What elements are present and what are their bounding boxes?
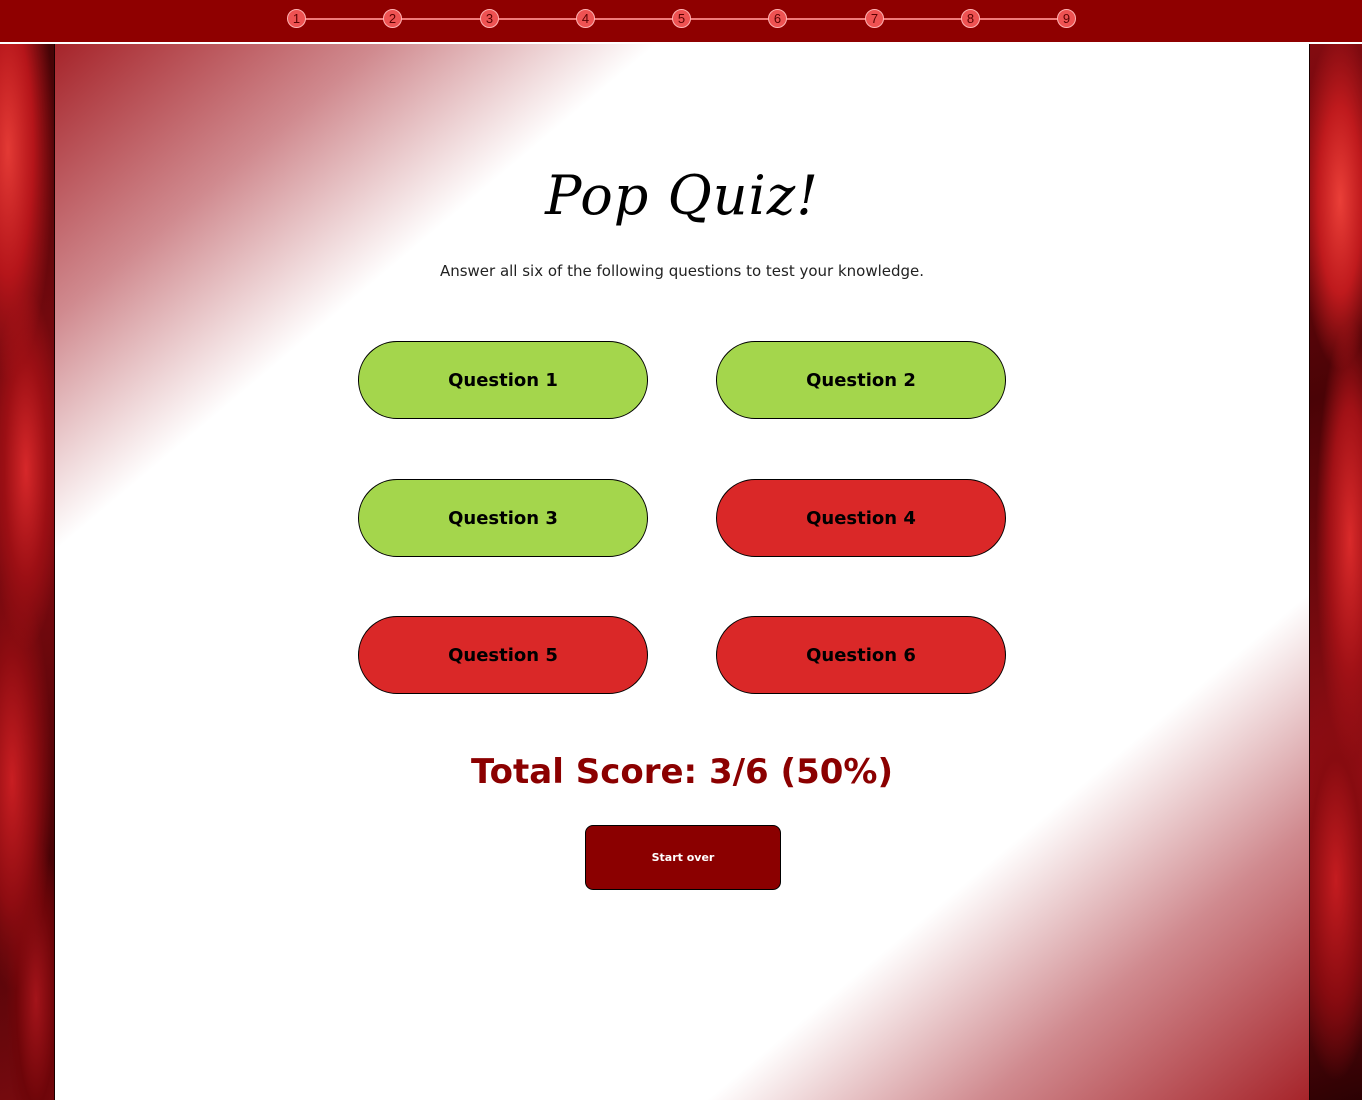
progress-step-4[interactable]: 4 [576, 9, 595, 28]
page-title: Pop Quiz! [545, 164, 819, 227]
progress-step-1[interactable]: 1 [287, 9, 306, 28]
progress-step-8[interactable]: 8 [961, 9, 980, 28]
question-3-button[interactable]: Question 3 [358, 479, 648, 557]
quiz-panel: Pop Quiz! Answer all six of the followin… [54, 44, 1310, 1100]
progress-bar: 1 2 3 4 5 6 7 8 9 [0, 0, 1362, 44]
question-2-button[interactable]: Question 2 [716, 341, 1006, 419]
start-over-button[interactable]: Start over [585, 825, 781, 890]
quiz-instructions: Answer all six of the following question… [439, 262, 925, 280]
progress-step-2[interactable]: 2 [383, 9, 402, 28]
progress-step-5[interactable]: 5 [672, 9, 691, 28]
progress-step-3[interactable]: 3 [480, 9, 499, 28]
question-1-button[interactable]: Question 1 [358, 341, 648, 419]
question-4-button[interactable]: Question 4 [716, 479, 1006, 557]
total-score: Total Score: 3/6 (50%) [470, 752, 893, 792]
progress-step-9[interactable]: 9 [1057, 9, 1076, 28]
progress-step-7[interactable]: 7 [865, 9, 884, 28]
question-6-button[interactable]: Question 6 [716, 616, 1006, 694]
progress-step-6[interactable]: 6 [768, 9, 787, 28]
question-5-button[interactable]: Question 5 [358, 616, 648, 694]
